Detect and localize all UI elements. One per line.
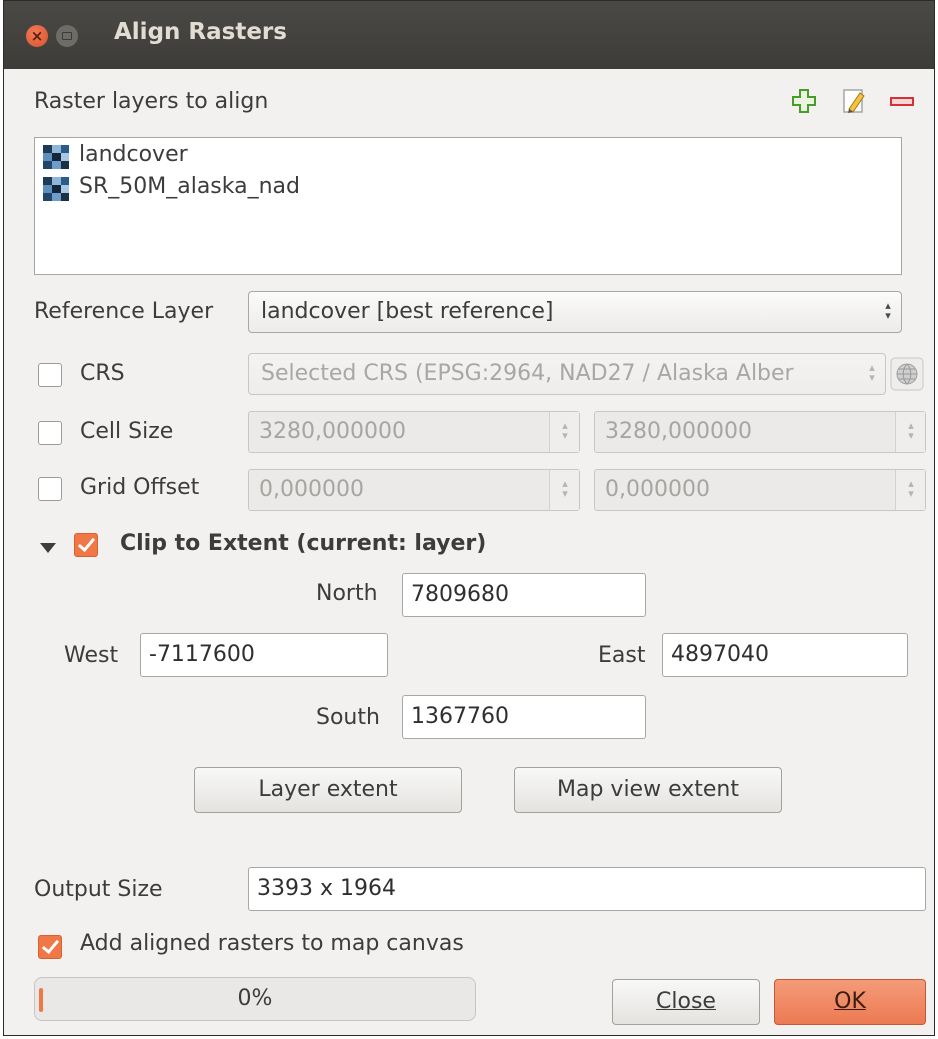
cell-size-checkbox[interactable]: [38, 421, 62, 445]
spin-arrows-icon: ▴ ▾: [562, 419, 568, 442]
map-view-extent-button[interactable]: Map view extent: [514, 767, 782, 813]
align-rasters-dialog: × Align Rasters Raster layers to align l…: [3, 0, 935, 1036]
raster-layer-icon: [43, 145, 69, 169]
grid-offset-y-value: 0,000000: [605, 477, 710, 502]
window-title: Align Rasters: [114, 19, 287, 45]
crs-combo[interactable]: Selected CRS (EPSG:2964, NAD27 / Alaska …: [248, 353, 886, 395]
spin-buttons[interactable]: ▴ ▾: [895, 470, 925, 510]
clip-extent-checkbox[interactable]: [74, 533, 98, 557]
raster-layers-label: Raster layers to align: [34, 89, 269, 114]
remove-layer-icon[interactable]: [888, 87, 916, 115]
crs-checkbox[interactable]: [38, 363, 62, 387]
output-size-field[interactable]: 3393 x 1964: [248, 867, 926, 911]
raster-layer-icon: [43, 177, 69, 201]
crs-select-globe-icon[interactable]: [890, 357, 924, 391]
grid-offset-y-spinbox[interactable]: 0,000000 ▴ ▾: [594, 469, 926, 511]
add-to-canvas-label: Add aligned rasters to map canvas: [80, 931, 464, 956]
west-label: West: [64, 643, 119, 668]
add-layer-icon[interactable]: [790, 87, 818, 115]
north-label: North: [316, 581, 378, 606]
north-input[interactable]: 7809680: [402, 573, 646, 617]
east-input[interactable]: 4897040: [662, 633, 908, 677]
collapse-arrow-icon[interactable]: [40, 543, 56, 553]
cell-size-x-value: 3280,000000: [259, 419, 406, 444]
layer-extent-button[interactable]: Layer extent: [194, 767, 462, 813]
progress-fill: [39, 988, 43, 1012]
reference-layer-value: landcover [best reference]: [261, 299, 554, 324]
grid-offset-checkbox[interactable]: [38, 477, 62, 501]
crs-value: Selected CRS (EPSG:2964, NAD27 / Alaska …: [261, 361, 794, 386]
output-size-label: Output Size: [34, 877, 163, 902]
close-button-label: Close: [656, 989, 716, 1014]
reference-layer-label: Reference Layer: [34, 299, 214, 324]
raster-layer-list[interactable]: landcover SR_50M_alaska_nad: [34, 137, 902, 275]
spin-arrows-icon: ▴ ▾: [908, 419, 914, 442]
progress-text: 0%: [237, 986, 273, 1011]
south-label: South: [316, 705, 380, 730]
combo-arrows-icon: ▴ ▾: [869, 361, 875, 384]
reference-layer-combo[interactable]: landcover [best reference] ▴ ▾: [248, 291, 902, 333]
grid-offset-label: Grid Offset: [80, 475, 200, 500]
spin-buttons[interactable]: ▴ ▾: [549, 470, 579, 510]
ok-button[interactable]: OK: [774, 979, 926, 1025]
progress-bar: 0%: [34, 977, 476, 1021]
cell-size-x-spinbox[interactable]: 3280,000000 ▴ ▾: [248, 411, 580, 453]
south-input[interactable]: 1367760: [402, 695, 646, 739]
grid-offset-x-spinbox[interactable]: 0,000000 ▴ ▾: [248, 469, 580, 511]
east-label: East: [598, 643, 646, 668]
layer-name: SR_50M_alaska_nad: [79, 174, 300, 199]
spin-buttons[interactable]: ▴ ▾: [895, 412, 925, 452]
crs-label: CRS: [80, 361, 125, 386]
close-button[interactable]: Close: [612, 979, 760, 1025]
layer-name: landcover: [79, 142, 188, 167]
close-window-icon[interactable]: ×: [26, 25, 48, 47]
west-input[interactable]: -7117600: [140, 633, 388, 677]
cell-size-y-spinbox[interactable]: 3280,000000 ▴ ▾: [594, 411, 926, 453]
spin-arrows-icon: ▴ ▾: [908, 477, 914, 500]
cell-size-label: Cell Size: [80, 419, 174, 444]
clip-extent-label: Clip to Extent (current: layer): [120, 531, 487, 556]
grid-offset-x-value: 0,000000: [259, 477, 364, 502]
minimize-window-icon[interactable]: [56, 25, 78, 47]
spin-buttons[interactable]: ▴ ▾: [549, 412, 579, 452]
add-to-canvas-checkbox[interactable]: [38, 935, 62, 959]
edit-layer-icon[interactable]: [840, 87, 868, 115]
title-bar: × Align Rasters: [4, 1, 934, 69]
ok-button-label: OK: [834, 989, 866, 1014]
combo-arrows-icon: ▴ ▾: [885, 299, 891, 322]
spin-arrows-icon: ▴ ▾: [562, 477, 568, 500]
cell-size-y-value: 3280,000000: [605, 419, 752, 444]
